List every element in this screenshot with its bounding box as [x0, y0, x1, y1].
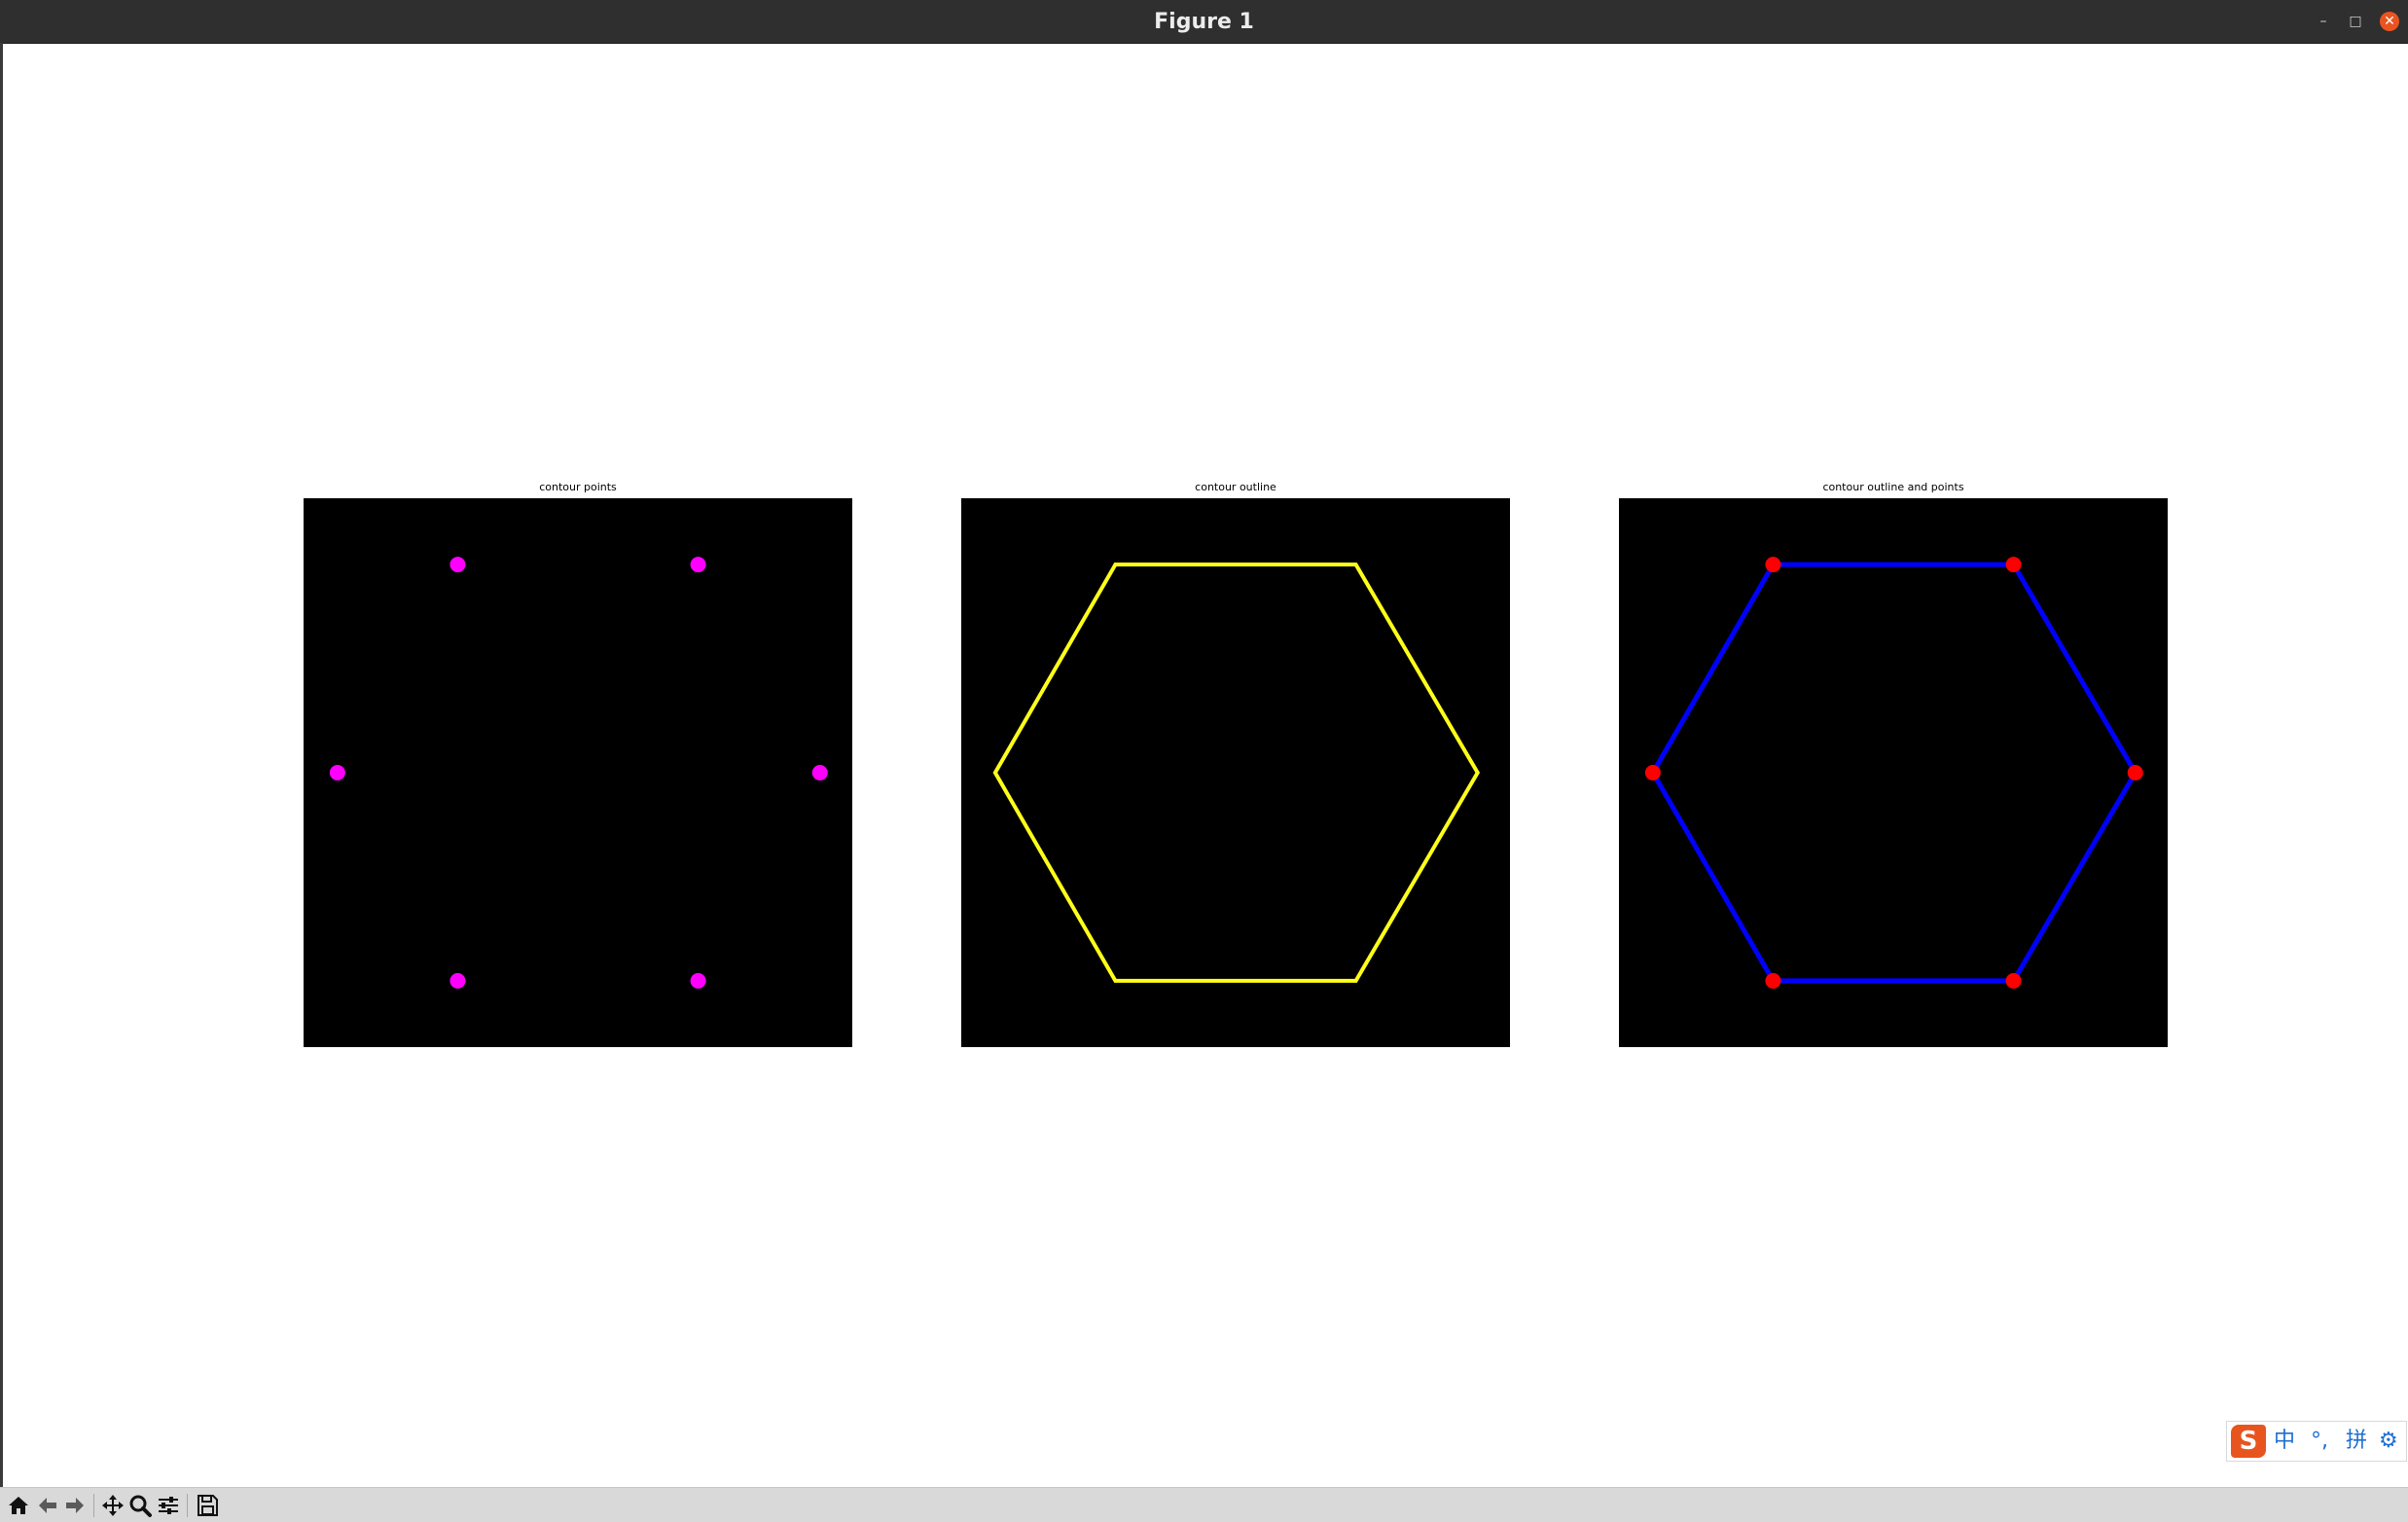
pan-icon[interactable] — [100, 1493, 126, 1518]
close-button[interactable]: ✕ — [2380, 12, 2399, 31]
subplot-title-contour-points: contour points — [539, 481, 617, 493]
contour-outline-plot — [992, 562, 1481, 983]
save-icon[interactable] — [195, 1493, 220, 1518]
contour-points-plot — [329, 557, 828, 989]
forward-icon[interactable] — [62, 1493, 88, 1518]
contour-outline — [992, 562, 1481, 983]
toolbar-separator — [93, 1494, 94, 1517]
toolbar-separator — [187, 1494, 188, 1517]
contour-point — [449, 557, 466, 573]
subplot-title-contour-outline: contour outline — [1195, 481, 1276, 493]
figure-canvas[interactable]: contour points contour outline contour o… — [3, 44, 2408, 1487]
title-bar: Figure 1 – □ ✕ — [0, 0, 2408, 44]
figure-window: Figure 1 – □ ✕ contour points contour ou… — [0, 0, 2408, 1522]
contour-point — [690, 972, 706, 989]
sogou-logo-icon: S — [2231, 1425, 2266, 1458]
window-title: Figure 1 — [1154, 10, 1254, 34]
axes-contour-points[interactable] — [304, 498, 852, 1047]
minimize-button[interactable]: – — [2314, 12, 2333, 31]
back-icon[interactable] — [35, 1493, 60, 1518]
contour-point — [2127, 765, 2143, 780]
axes-contour-outline[interactable] — [961, 498, 1510, 1047]
contour-point — [2005, 972, 2022, 989]
gear-icon[interactable]: ⚙ — [2379, 1428, 2398, 1455]
contour-outline-and-points-plot — [1644, 557, 2143, 989]
contour-outline — [1649, 562, 2138, 984]
restore-button[interactable]: □ — [2346, 12, 2365, 31]
ime-mode-toggle[interactable]: 拼 — [2346, 1428, 2367, 1455]
ime-language-toggle[interactable]: 中 — [2274, 1428, 2295, 1455]
ime-status-bar[interactable]: S 中 °, 拼 ⚙ — [2226, 1421, 2407, 1462]
zoom-icon[interactable] — [127, 1493, 153, 1518]
contour-point — [329, 765, 345, 780]
navigation-toolbar — [0, 1487, 2408, 1522]
subplot-title-contour-outline-and-points: contour outline and points — [1822, 481, 1964, 493]
contour-point — [690, 557, 706, 573]
configure-subplots-icon[interactable] — [156, 1493, 181, 1518]
contour-point — [811, 765, 828, 780]
contour-point — [449, 972, 466, 989]
contour-point — [1765, 557, 1781, 573]
contour-point — [2005, 557, 2022, 573]
ime-punctuation-toggle[interactable]: °, — [2311, 1428, 2328, 1455]
contour-point — [1765, 972, 1781, 989]
axes-contour-outline-and-points[interactable] — [1619, 498, 2168, 1047]
contour-point — [1644, 765, 1661, 780]
home-icon[interactable] — [6, 1493, 31, 1518]
